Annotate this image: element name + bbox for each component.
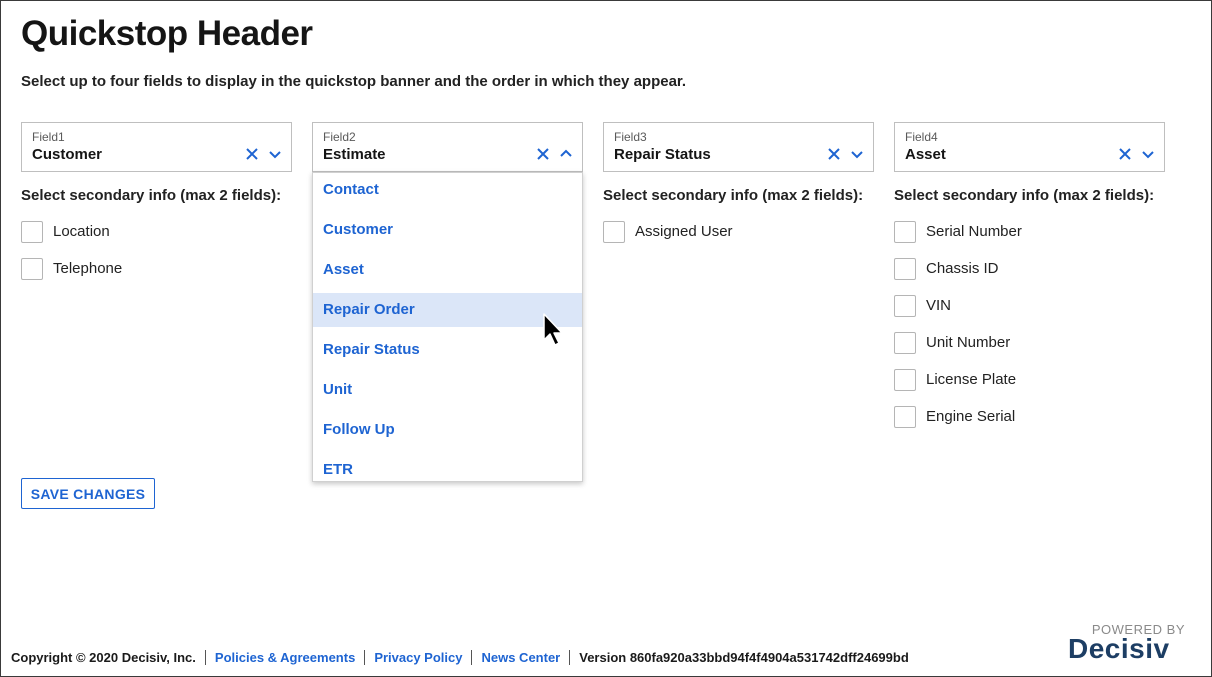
checkbox-box[interactable] [21,221,43,243]
dropdown-option-customer[interactable]: Customer [313,213,582,247]
checkbox-label: Unit Number [926,334,1011,351]
checkbox-box[interactable] [894,221,916,243]
dropdown-option-unit[interactable]: Unit [313,373,582,407]
checkbox-label: Serial Number [926,223,1022,240]
clear-icon[interactable] [245,147,259,161]
decisiv-logo: POWERED BY Decisiv [1068,622,1188,664]
mouse-pointer-icon [543,313,563,346]
checkbox-label: Assigned User [635,223,733,240]
field4-secondary-title: Select secondary info (max 2 fields): [894,187,1155,204]
footer-divider [364,650,366,665]
field2-value: Estimate [323,146,386,163]
field1-label: Field1 [32,130,65,144]
checkbox-box[interactable] [894,332,916,354]
field3-secondary-title: Select secondary info (max 2 fields): [603,187,864,204]
chevron-down-icon[interactable] [851,149,863,159]
footer-divider [204,650,206,665]
checkbox-label: VIN [926,297,952,314]
checkbox-label: Telephone [53,260,123,277]
checkbox-box[interactable] [894,258,916,280]
dropdown-option-contact[interactable]: Contact [313,173,582,207]
dropdown-option-asset[interactable]: Asset [313,253,582,287]
footer: Copyright © 2020 Decisiv, Inc. Policies … [11,650,909,665]
field3-value: Repair Status [614,146,711,163]
privacy-policy-link[interactable]: Privacy Policy [374,650,462,665]
checkbox-label: License Plate [926,371,1017,388]
checkbox-box[interactable] [603,221,625,243]
clear-icon[interactable] [827,147,841,161]
checkbox-box[interactable] [894,406,916,428]
clear-icon[interactable] [1118,147,1132,161]
page-frame [0,0,1212,677]
page-title: Quickstop Header [21,14,313,53]
checkbox-label: Engine Serial [926,408,1016,425]
version-text: Version 860fa920a33bbd94f4f4904a531742df… [579,650,909,665]
field4-label: Field4 [905,130,938,144]
chevron-down-icon[interactable] [1142,149,1154,159]
dropdown-option-etr[interactable]: ETR [313,453,582,481]
copyright-text: Copyright © 2020 Decisiv, Inc. [11,650,196,665]
dropdown-option-follow-up[interactable]: Follow Up [313,413,582,447]
save-changes-button[interactable]: SAVE CHANGES [21,478,155,509]
clear-icon[interactable] [536,147,550,161]
field1-value: Customer [32,146,103,163]
field3-label: Field3 [614,130,647,144]
policies-link[interactable]: Policies & Agreements [215,650,355,665]
field1-secondary-title: Select secondary info (max 2 fields): [21,187,282,204]
checkbox-label: Location [53,223,110,240]
field4-value: Asset [905,146,946,163]
field4-select[interactable]: Field4 Asset [894,122,1165,172]
footer-divider [569,650,571,665]
field2-select[interactable]: Field2 Estimate [312,122,583,172]
field3-select[interactable]: Field3 Repair Status [603,122,874,172]
chevron-up-icon[interactable] [560,149,572,159]
field2-label: Field2 [323,130,356,144]
checkbox-label: Chassis ID [926,260,999,277]
checkbox-box[interactable] [894,295,916,317]
page-subtitle: Select up to four fields to display in t… [21,73,687,90]
news-center-link[interactable]: News Center [481,650,560,665]
checkbox-box[interactable] [21,258,43,280]
logo-brand: Decisiv [1068,633,1170,664]
chevron-down-icon[interactable] [269,149,281,159]
field1-select[interactable]: Field1 Customer [21,122,292,172]
footer-divider [471,650,473,665]
checkbox-box[interactable] [894,369,916,391]
